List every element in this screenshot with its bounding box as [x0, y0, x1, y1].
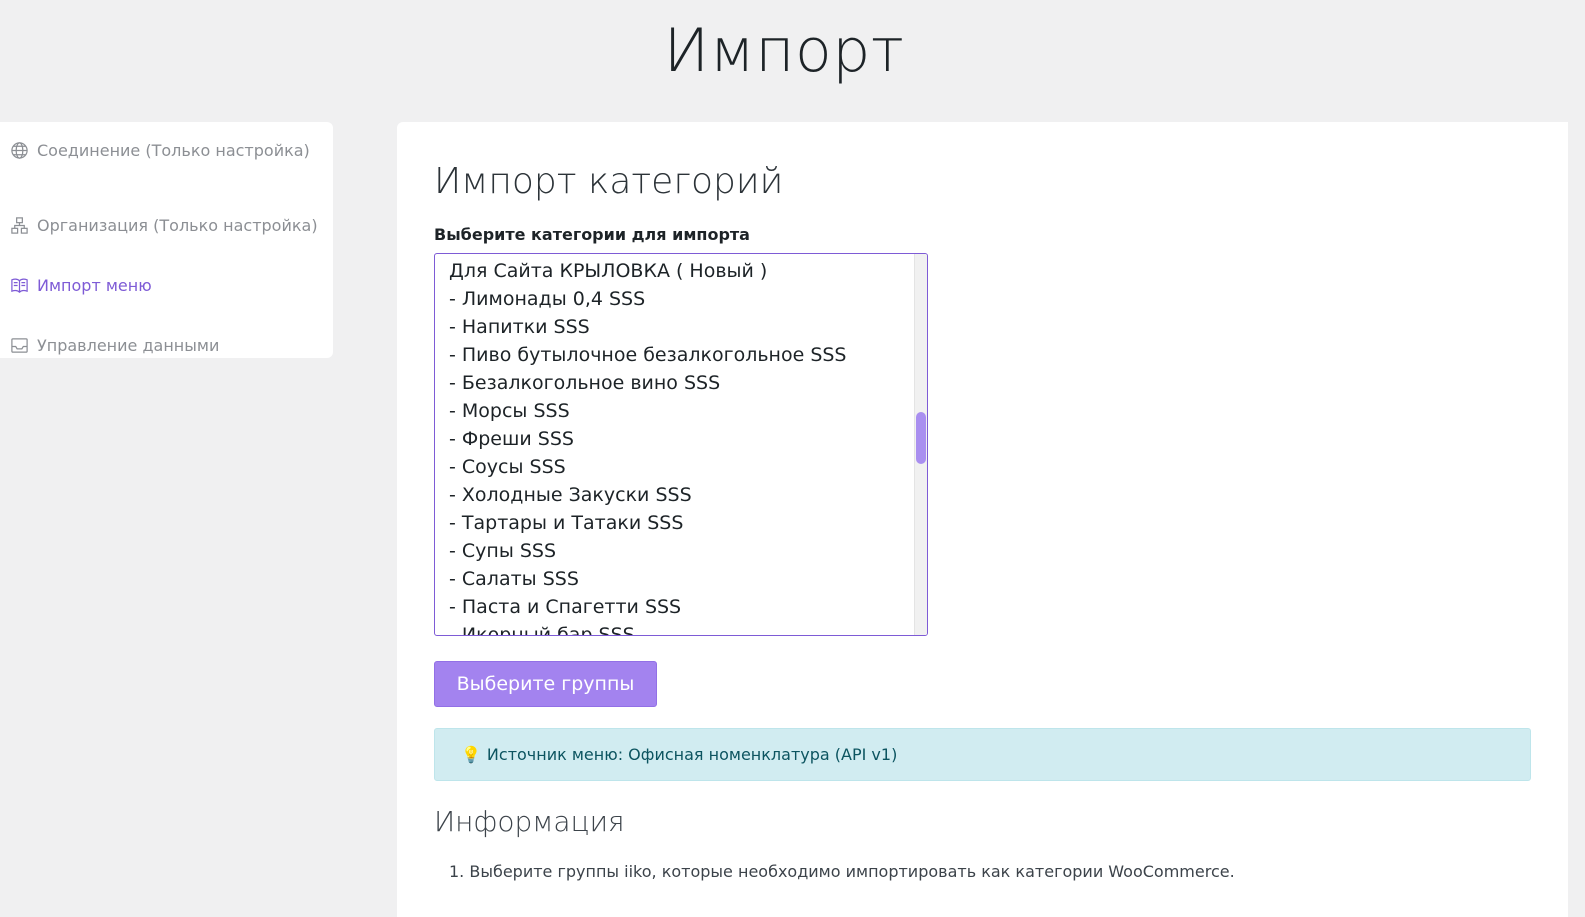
sidebar-item-label: Импорт меню	[37, 275, 152, 295]
list-item[interactable]: - Холодные Закуски SSS	[449, 481, 911, 509]
sidebar-item-label: Организация (Только настройка)	[37, 215, 318, 235]
list-item[interactable]: - Паста и Спагетти SSS	[449, 593, 911, 621]
list-item[interactable]: - Тартары и Татаки SSS	[449, 509, 911, 537]
globe-icon	[10, 141, 29, 160]
inbox-icon	[10, 336, 29, 355]
menu-source-notice: 💡 Источник меню: Офисная номенклатура (A…	[434, 728, 1531, 781]
section-title: Импорт категорий	[434, 161, 784, 202]
list-item[interactable]: - Фреши SSS	[449, 425, 911, 453]
select-groups-button[interactable]: Выберите группы	[434, 661, 657, 707]
notice-text: Источник меню: Офисная номенклатура (API…	[486, 745, 898, 764]
list-item[interactable]: - Лимонады 0,4 SSS	[449, 285, 911, 313]
category-select-label: Выберите категории для импорта	[434, 225, 750, 244]
book-icon	[10, 276, 29, 295]
sidebar: Соединение (Только настройка) Организаци…	[0, 122, 333, 358]
list-item[interactable]: - Салаты SSS	[449, 565, 911, 593]
list-item: 1. Выберите группы iiko, которые необход…	[449, 862, 1235, 881]
list-item[interactable]: - Напитки SSS	[449, 313, 911, 341]
list-item[interactable]: - Пиво бутылочное безалкогольное SSS	[449, 341, 911, 369]
sidebar-item-menu-import[interactable]: Импорт меню	[0, 255, 333, 315]
lightbulb-icon: 💡	[461, 745, 481, 764]
info-title: Информация	[434, 805, 625, 838]
scrollbar-thumb[interactable]	[916, 412, 926, 464]
list-item[interactable]: Для Сайта КРЫЛОВКА ( Новый )	[449, 257, 911, 285]
category-multiselect[interactable]: Для Сайта КРЫЛОВКА ( Новый ) - Лимонады …	[434, 253, 928, 636]
info-list: 1. Выберите группы iiko, которые необход…	[449, 862, 1235, 881]
main-panel: Импорт категорий Выберите категории для …	[397, 122, 1568, 917]
listbox-scrollbar[interactable]	[914, 254, 927, 635]
sidebar-item-organization[interactable]: Организация (Только настройка)	[0, 195, 333, 255]
page-title: Импорт	[663, 16, 905, 86]
sitemap-icon	[10, 216, 29, 235]
category-options: Для Сайта КРЫЛОВКА ( Новый ) - Лимонады …	[449, 257, 911, 635]
sidebar-item-connection[interactable]: Соединение (Только настройка)	[0, 135, 333, 165]
list-item[interactable]: - Безалкогольное вино SSS	[449, 369, 911, 397]
list-item[interactable]: - Икорный бар SSS	[449, 621, 911, 635]
list-item[interactable]: - Морсы SSS	[449, 397, 911, 425]
sidebar-item-label: Управление данными	[37, 335, 220, 355]
sidebar-item-data-management[interactable]: Управление данными	[0, 315, 333, 375]
list-item[interactable]: - Супы SSS	[449, 537, 911, 565]
sidebar-item-label: Соединение (Только настройка)	[37, 140, 310, 160]
list-item[interactable]: - Соусы SSS	[449, 453, 911, 481]
